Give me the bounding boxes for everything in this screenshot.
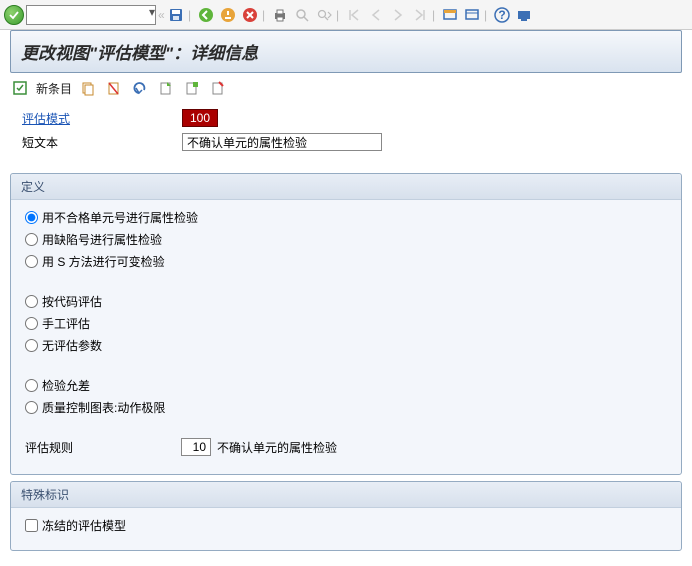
settings-icon[interactable] (514, 5, 534, 25)
definition-group: 定义 用不合格单元号进行属性检验 用缺陷号进行属性检验 用 S 方法进行可变检验… (10, 173, 682, 475)
short-text-input[interactable] (182, 133, 382, 151)
separator: | (484, 5, 490, 25)
radio-label: 用 S 方法进行可变检验 (42, 253, 165, 270)
select-block-icon[interactable] (182, 78, 202, 98)
back-icon[interactable] (196, 5, 216, 25)
eval-rule-input[interactable] (181, 438, 211, 456)
radio-opt-5[interactable] (25, 339, 38, 352)
save-icon[interactable] (166, 5, 186, 25)
separator: | (432, 5, 438, 25)
copy-icon[interactable] (78, 78, 98, 98)
select-icon[interactable] (156, 78, 176, 98)
new-session-icon[interactable] (440, 5, 460, 25)
eval-mode-value[interactable]: 100 (182, 109, 218, 127)
radio-label: 质量控制图表:动作极限 (42, 399, 165, 416)
radio-label: 无评估参数 (42, 337, 102, 354)
radio-opt-1[interactable] (25, 233, 38, 246)
exit-icon[interactable] (218, 5, 238, 25)
next-page-icon (388, 5, 408, 25)
application-toolbar: 新条目 (0, 73, 692, 103)
radio-opt-7[interactable] (25, 401, 38, 414)
separator: | (336, 5, 342, 25)
last-page-icon (410, 5, 430, 25)
print-icon[interactable] (270, 5, 290, 25)
radio-opt-6[interactable] (25, 379, 38, 392)
separator: « (158, 5, 164, 25)
eval-rule-label: 评估规则 (25, 439, 181, 456)
special-title: 特殊标识 (11, 482, 681, 508)
cancel-icon[interactable] (240, 5, 260, 25)
separator: | (262, 5, 268, 25)
prev-page-icon (366, 5, 386, 25)
separator: | (188, 5, 194, 25)
radio-label: 用不合格单元号进行属性检验 (42, 209, 198, 226)
radio-opt-2[interactable] (25, 255, 38, 268)
deselect-icon[interactable] (208, 78, 228, 98)
command-field[interactable] (26, 5, 156, 25)
radio-label: 按代码评估 (42, 293, 102, 310)
find-next-icon (314, 5, 334, 25)
frozen-checkbox[interactable] (25, 519, 38, 532)
chevron-down-icon[interactable]: ▾ (149, 5, 155, 19)
find-icon (292, 5, 312, 25)
radio-opt-3[interactable] (25, 295, 38, 308)
new-entry-button[interactable]: 新条目 (36, 80, 72, 97)
eval-rule-text: 不确认单元的属性检验 (217, 439, 337, 456)
system-toolbar: ▾ « | | | | | ? (0, 0, 692, 30)
svg-text:?: ? (498, 8, 505, 22)
frozen-label: 冻结的评估模型 (42, 517, 126, 534)
radio-label: 用缺陷号进行属性检验 (42, 231, 162, 248)
toggle-icon[interactable] (10, 78, 30, 98)
enter-button[interactable] (4, 5, 24, 25)
radio-label: 手工评估 (42, 315, 90, 332)
definition-title: 定义 (11, 174, 681, 200)
radio-opt-4[interactable] (25, 317, 38, 330)
form-area: 评估模式 100 短文本 (0, 103, 692, 167)
special-group: 特殊标识 冻结的评估模型 (10, 481, 682, 551)
first-page-icon (344, 5, 364, 25)
help-icon[interactable]: ? (492, 5, 512, 25)
page-title: 更改视图"评估模型"：详细信息 (10, 30, 682, 73)
radio-opt-0[interactable] (25, 211, 38, 224)
eval-mode-label[interactable]: 评估模式 (22, 110, 182, 127)
delete-icon[interactable] (104, 78, 124, 98)
undo-icon[interactable] (130, 78, 150, 98)
radio-label: 检验允差 (42, 377, 90, 394)
short-text-label: 短文本 (22, 134, 182, 151)
command-field-wrap: ▾ (26, 5, 156, 25)
layout-icon[interactable] (462, 5, 482, 25)
